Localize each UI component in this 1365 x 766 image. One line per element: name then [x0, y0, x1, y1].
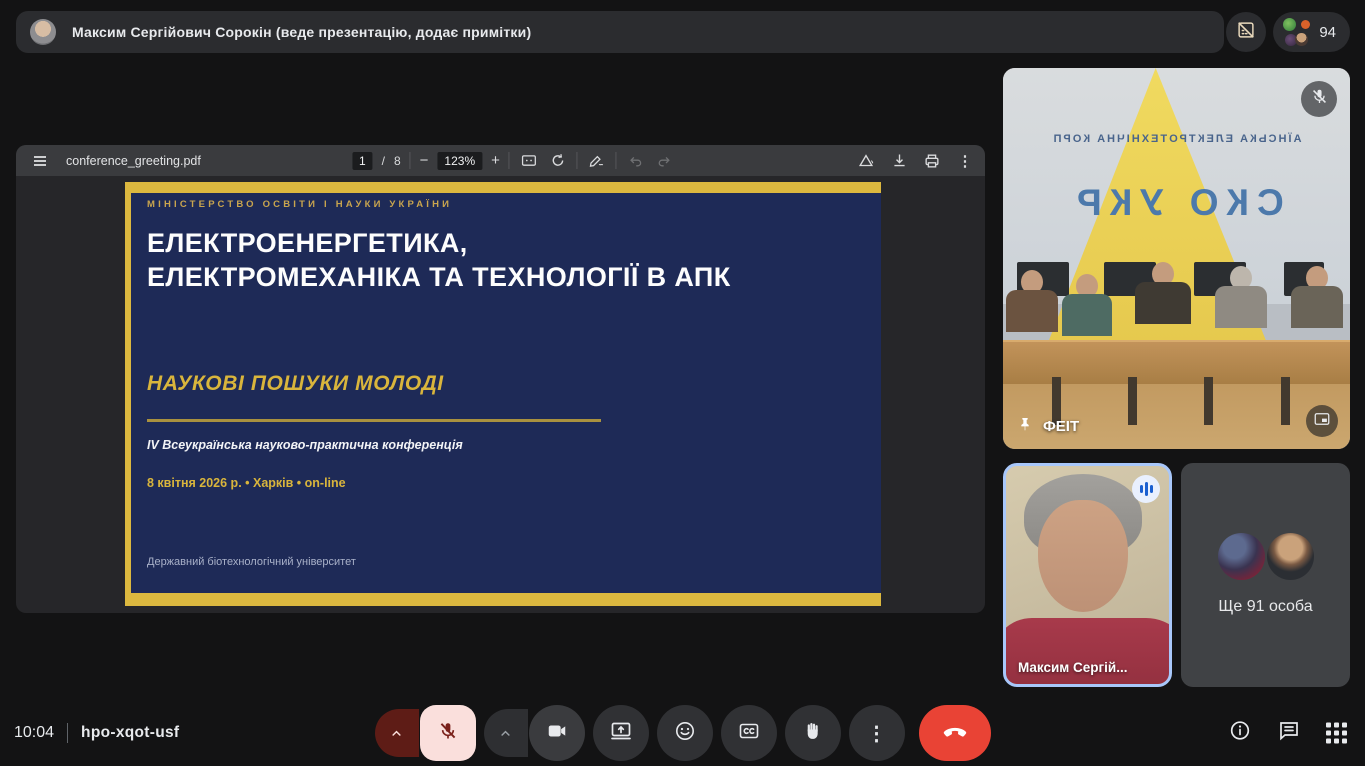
slide-page: МІНІСТЕРСТВО ОСВІТИ І НАУКИ УКРАЇНИ ЕЛЕК… — [125, 182, 881, 606]
tile-muted-badge — [1301, 81, 1337, 117]
presenter-avatar — [30, 19, 56, 45]
pdf-download-icon[interactable] — [889, 151, 909, 171]
slide-title-line1: ЕЛЕКТРОЕНЕРГЕТИКА, — [147, 226, 731, 260]
slide-divider-rule — [147, 419, 601, 422]
pdf-undo-icon — [626, 151, 646, 171]
camera-icon — [546, 720, 568, 747]
video-tile-feit[interactable]: АЇНСЬКА ЕЛЕКТРОТЕХНІЧНА КОРП СКО УКР — [1003, 68, 1350, 449]
pdf-zoom-level[interactable]: 123% — [437, 152, 482, 170]
pdf-toolbar: conference_greeting.pdf 1 / 8 − 123% + — [16, 145, 985, 176]
slide-subtitle: НАУКОВІ ПОШУКИ МОЛОДІ — [147, 372, 444, 396]
pdf-present-icon[interactable] — [856, 151, 876, 171]
speaker-face — [1038, 500, 1128, 612]
participant-avatar — [1267, 533, 1314, 580]
participant-count: 94 — [1319, 24, 1336, 41]
mic-options-button[interactable] — [375, 709, 419, 757]
speaker-name-label: Максим Сергій... — [1018, 660, 1127, 675]
slide-title-line2: ЕЛЕКТРОМЕХАНІКА ТА ТЕХНОЛОГІЇ В АПК — [147, 260, 731, 294]
clock-label: 10:04 — [14, 724, 54, 742]
video-tile-speaker[interactable]: Максим Сергій... — [1003, 463, 1172, 687]
more-participants-tile[interactable]: Ще 91 особа — [1181, 463, 1350, 687]
mic-mute-button[interactable] — [420, 705, 476, 761]
speaking-indicator-icon — [1132, 475, 1160, 503]
pdf-page-separator: / — [382, 154, 385, 168]
table-leg — [1204, 377, 1213, 425]
banner-text-small: АЇНСЬКА ЕЛЕКТРОТЕХНІЧНА КОРП — [1003, 133, 1350, 145]
pdf-menu-icon[interactable] — [30, 151, 50, 171]
meeting-code-label: hpo-xqot-usf — [81, 724, 179, 742]
kebab-menu-icon: ⋮ — [867, 721, 887, 746]
divider — [67, 723, 68, 743]
pdf-more-icon[interactable]: ⋮ — [955, 151, 975, 171]
participant-avatars — [1281, 18, 1311, 46]
pin-icon — [1017, 415, 1033, 437]
layout-disabled-icon — [1235, 19, 1257, 46]
phone-down-icon — [941, 717, 969, 750]
pdf-page-input[interactable]: 1 — [352, 152, 373, 170]
end-call-button[interactable] — [919, 705, 991, 761]
slide-date-line: 8 квітня 2026 р. • Харків • on-line — [147, 476, 346, 490]
hand-icon — [801, 719, 824, 747]
captions-button[interactable] — [721, 705, 777, 761]
change-layout-button[interactable] — [1226, 12, 1266, 52]
activities-grid-button[interactable] — [1326, 723, 1347, 744]
raise-hand-button[interactable] — [785, 705, 841, 761]
participants-button[interactable]: 94 — [1273, 12, 1350, 52]
camera-button[interactable] — [529, 705, 585, 761]
pip-icon — [1313, 410, 1331, 433]
tile-name-label: ФЕІТ — [1043, 418, 1079, 435]
mic-off-icon — [437, 720, 459, 747]
slide-gold-stripe-left — [125, 193, 131, 593]
present-button[interactable] — [593, 705, 649, 761]
slide-title: ЕЛЕКТРОЕНЕРГЕТИКА, ЕЛЕКТРОМЕХАНІКА ТА ТЕ… — [147, 226, 731, 294]
pdf-zoom-out-button[interactable]: − — [420, 152, 429, 169]
pdf-rotate-icon[interactable] — [548, 151, 568, 171]
table-leg — [1128, 377, 1137, 425]
speaker-shirt — [1003, 618, 1172, 687]
pdf-page-total: 8 — [394, 154, 401, 168]
banner-text-big: СКО УКР — [1003, 182, 1350, 224]
camera-button-group — [484, 705, 585, 761]
pdf-filename: conference_greeting.pdf — [66, 154, 201, 168]
participant-avatar — [1218, 533, 1265, 580]
more-options-button[interactable]: ⋮ — [849, 705, 905, 761]
present-screen-icon — [609, 719, 633, 748]
shared-screen-pdf: conference_greeting.pdf 1 / 8 − 123% + — [16, 145, 985, 613]
meeting-details-button[interactable] — [1228, 719, 1252, 748]
slide-gold-band-top — [125, 182, 881, 193]
slide-gold-band-bottom — [125, 593, 881, 606]
slide-conference-line: IV Всеукраїнська науково-практична конфе… — [147, 438, 463, 452]
emoji-smile-icon — [673, 719, 697, 748]
more-participants-label: Ще 91 особа — [1218, 598, 1312, 616]
meet-control-bar: 10:04 hpo-xqot-usf — [0, 700, 1365, 766]
pdf-redo-icon — [655, 151, 675, 171]
presenter-label: Максим Сергійович Сорокін (веде презента… — [72, 24, 531, 40]
chat-button[interactable] — [1277, 719, 1301, 748]
presenter-banner: Максим Сергійович Сорокін (веде презента… — [16, 11, 1224, 53]
camera-options-button[interactable] — [484, 709, 528, 757]
pdf-annotate-icon[interactable] — [587, 151, 607, 171]
pdf-zoom-in-button[interactable]: + — [491, 152, 500, 169]
slide-university-line: Державний біотехнологічний університет — [147, 556, 356, 568]
slide-ministry-line: МІНІСТЕРСТВО ОСВІТИ І НАУКИ УКРАЇНИ — [147, 199, 452, 210]
pip-button[interactable] — [1306, 405, 1338, 437]
pdf-fit-page-icon[interactable] — [519, 151, 539, 171]
table-leg — [1281, 377, 1290, 425]
closed-captions-icon — [737, 719, 761, 748]
mic-off-icon — [1310, 87, 1329, 111]
mic-button-group — [375, 705, 476, 761]
pdf-print-icon[interactable] — [922, 151, 942, 171]
reactions-button[interactable] — [657, 705, 713, 761]
